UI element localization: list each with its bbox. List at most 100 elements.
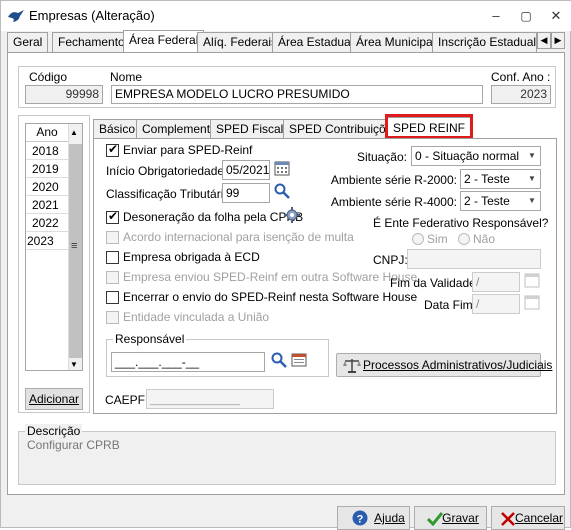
gravar-label: Gravar xyxy=(442,511,479,525)
entidade-checkbox[interactable] xyxy=(106,311,119,324)
calendar-icon[interactable] xyxy=(522,272,542,292)
situacao-label: Situação: xyxy=(356,150,407,164)
window-title: Empresas (Alteração) xyxy=(29,8,155,23)
outra-sh-checkbox[interactable] xyxy=(106,271,119,284)
data-fim-field[interactable]: / xyxy=(472,294,520,314)
caepf-label: CAEPF: xyxy=(105,393,149,407)
conf-ano-label: Conf. Ano : xyxy=(491,70,551,84)
outra-sh-label: Empresa enviou SPED-Reinf em outra Softw… xyxy=(123,270,418,284)
enviar-reinf-checkbox[interactable]: ✔ xyxy=(106,142,119,157)
minimize-button[interactable]: – xyxy=(483,6,509,26)
chevron-down-icon: ▼ xyxy=(528,196,536,205)
ente-label: É Ente Federativo Responsável? xyxy=(373,216,549,230)
amb-r4000-select[interactable]: 2 - Teste ▼ xyxy=(460,191,541,211)
scroll-thumb[interactable]: ≡ xyxy=(69,144,82,358)
year-group: Ano 2018 2019 2020 2021 2022 2023 ▲ ≡ ▼ … xyxy=(18,115,90,413)
gear-icon[interactable] xyxy=(282,207,302,227)
year-list-header[interactable]: Ano xyxy=(26,124,68,142)
encerrar-label: Encerrar o envio do SPED-Reinf nesta Sof… xyxy=(123,290,418,304)
register-icon[interactable] xyxy=(289,352,309,372)
classificacao-label: Classificação Tributária: xyxy=(106,187,234,201)
tab-area-estadual[interactable]: Área Estadual xyxy=(272,32,360,52)
responsavel-field[interactable]: ___.___.___-__ xyxy=(111,352,265,372)
enviar-reinf-label: Enviar para SPED-Reinf xyxy=(123,143,253,157)
year-item-2021[interactable]: 2021 xyxy=(26,196,68,214)
subtab-basico[interactable]: Básico xyxy=(93,119,142,138)
codigo-label: Código xyxy=(29,70,68,84)
cancelar-button[interactable]: Cancelar xyxy=(491,506,565,530)
help-icon: ? xyxy=(352,510,368,526)
svg-text:?: ? xyxy=(357,514,364,526)
responsavel-label: Responsável xyxy=(113,332,187,346)
nao-label: Não xyxy=(473,232,496,246)
situacao-select[interactable]: 0 - Situação normal ▼ xyxy=(411,146,541,166)
situacao-value: 0 - Situação normal xyxy=(415,149,520,163)
ajuda-label: Ajuda xyxy=(374,511,405,525)
amb-r2000-value: 2 - Teste xyxy=(464,172,510,186)
year-list: Ano 2018 2019 2020 2021 2022 2023 ▲ ≡ ▼ xyxy=(25,123,83,371)
gravar-button[interactable]: Gravar xyxy=(414,506,487,530)
search-icon[interactable] xyxy=(269,352,289,372)
tab-geral[interactable]: Geral xyxy=(7,32,49,52)
year-item-2018[interactable]: 2018 xyxy=(26,142,68,160)
amb-r2000-select[interactable]: 2 - Teste ▼ xyxy=(460,169,541,189)
encerrar-checkbox[interactable] xyxy=(106,291,119,304)
chevron-down-icon: ▼ xyxy=(528,151,536,160)
caepf-field[interactable]: __________________ xyxy=(146,389,274,409)
sim-radio[interactable] xyxy=(412,233,424,245)
cancelar-label: Cancelar xyxy=(514,511,564,525)
codigo-field[interactable]: 99998 xyxy=(25,85,103,104)
subtab-sped-fiscal[interactable]: SPED Fiscal xyxy=(210,119,290,138)
sped-reinf-highlight xyxy=(385,114,473,139)
nome-label: Nome xyxy=(110,70,143,84)
year-list-scrollbar[interactable]: ▲ ≡ ▼ xyxy=(68,124,82,370)
restore-button[interactable]: ▢ xyxy=(513,6,539,26)
scroll-up-icon[interactable]: ▲ xyxy=(70,128,78,137)
descricao-group: Descrição Configurar CPRB xyxy=(18,424,556,485)
year-item-2022[interactable]: 2022 xyxy=(26,214,68,232)
ajuda-button[interactable]: ? Ajuda xyxy=(337,506,410,530)
tab-inscricao-estadual[interactable]: Inscrição Estadual S xyxy=(432,32,537,52)
empresas-window: Empresas (Alteração) – ▢ ✕ Geral Fechame… xyxy=(0,0,571,530)
tab-scroll-left-button[interactable]: ◀ xyxy=(537,32,551,49)
responsavel-group: Responsável ___.___.___-__ xyxy=(106,332,329,377)
desoneracao-checkbox[interactable]: ✔ xyxy=(106,209,119,224)
sim-label: Sim xyxy=(427,232,448,246)
desoneracao-label: Desoneração da folha pela CPRB xyxy=(123,210,304,224)
acordo-checkbox[interactable] xyxy=(106,231,119,244)
close-button[interactable]: ✕ xyxy=(543,6,569,26)
cnpj-field[interactable] xyxy=(407,249,541,269)
year-item-2019[interactable]: 2019 xyxy=(26,160,68,178)
classificacao-field[interactable]: 99 xyxy=(222,183,270,203)
cancel-x-icon xyxy=(501,512,515,526)
search-icon[interactable] xyxy=(272,183,292,203)
processos-button[interactable]: Processos Administrativos/Judiciais xyxy=(336,353,552,377)
ecd-label: Empresa obrigada à ECD xyxy=(123,250,260,264)
acordo-label: Acordo internacional para isenção de mul… xyxy=(123,230,354,244)
cnpj-label: CNPJ: xyxy=(373,253,408,267)
year-item-2020[interactable]: 2020 xyxy=(26,178,68,196)
chevron-down-icon: ▼ xyxy=(528,174,536,183)
year-item-2023[interactable]: 2023 xyxy=(26,232,68,250)
tab-scroll-right-button[interactable]: ▶ xyxy=(551,32,565,49)
fim-validade-field[interactable]: / xyxy=(472,272,520,292)
conf-ano-field[interactable]: 2023 xyxy=(491,85,551,104)
amb-r2000-label: Ambiente série R-2000: xyxy=(330,173,457,187)
tab-fechamento[interactable]: Fechamento xyxy=(52,32,131,52)
entidade-label: Entidade vinculada a União xyxy=(123,310,270,324)
title-bar: Empresas (Alteração) – ▢ ✕ xyxy=(1,1,571,31)
tab-aliq-federais[interactable]: Alíq. Federais xyxy=(197,32,284,52)
fim-validade-label: Fim da Validade: xyxy=(390,276,480,290)
tab-area-federal[interactable]: Área Federal xyxy=(123,30,205,53)
adicionar-button-label: Adicionar xyxy=(28,392,80,406)
calendar-icon[interactable] xyxy=(522,294,542,314)
nao-radio[interactable] xyxy=(458,233,470,245)
tab-area-municipal[interactable]: Área Municipal xyxy=(350,32,442,52)
calendar-icon[interactable] xyxy=(272,160,292,180)
ecd-checkbox[interactable] xyxy=(106,251,119,264)
nome-field[interactable]: EMPRESA MODELO LUCRO PRESUMIDO xyxy=(111,85,483,104)
inicio-field[interactable]: 05/2021 xyxy=(222,160,270,180)
adicionar-button[interactable]: Adicionar xyxy=(25,388,83,410)
scroll-down-icon[interactable]: ▼ xyxy=(70,360,78,369)
descricao-label: Descrição xyxy=(25,424,83,438)
